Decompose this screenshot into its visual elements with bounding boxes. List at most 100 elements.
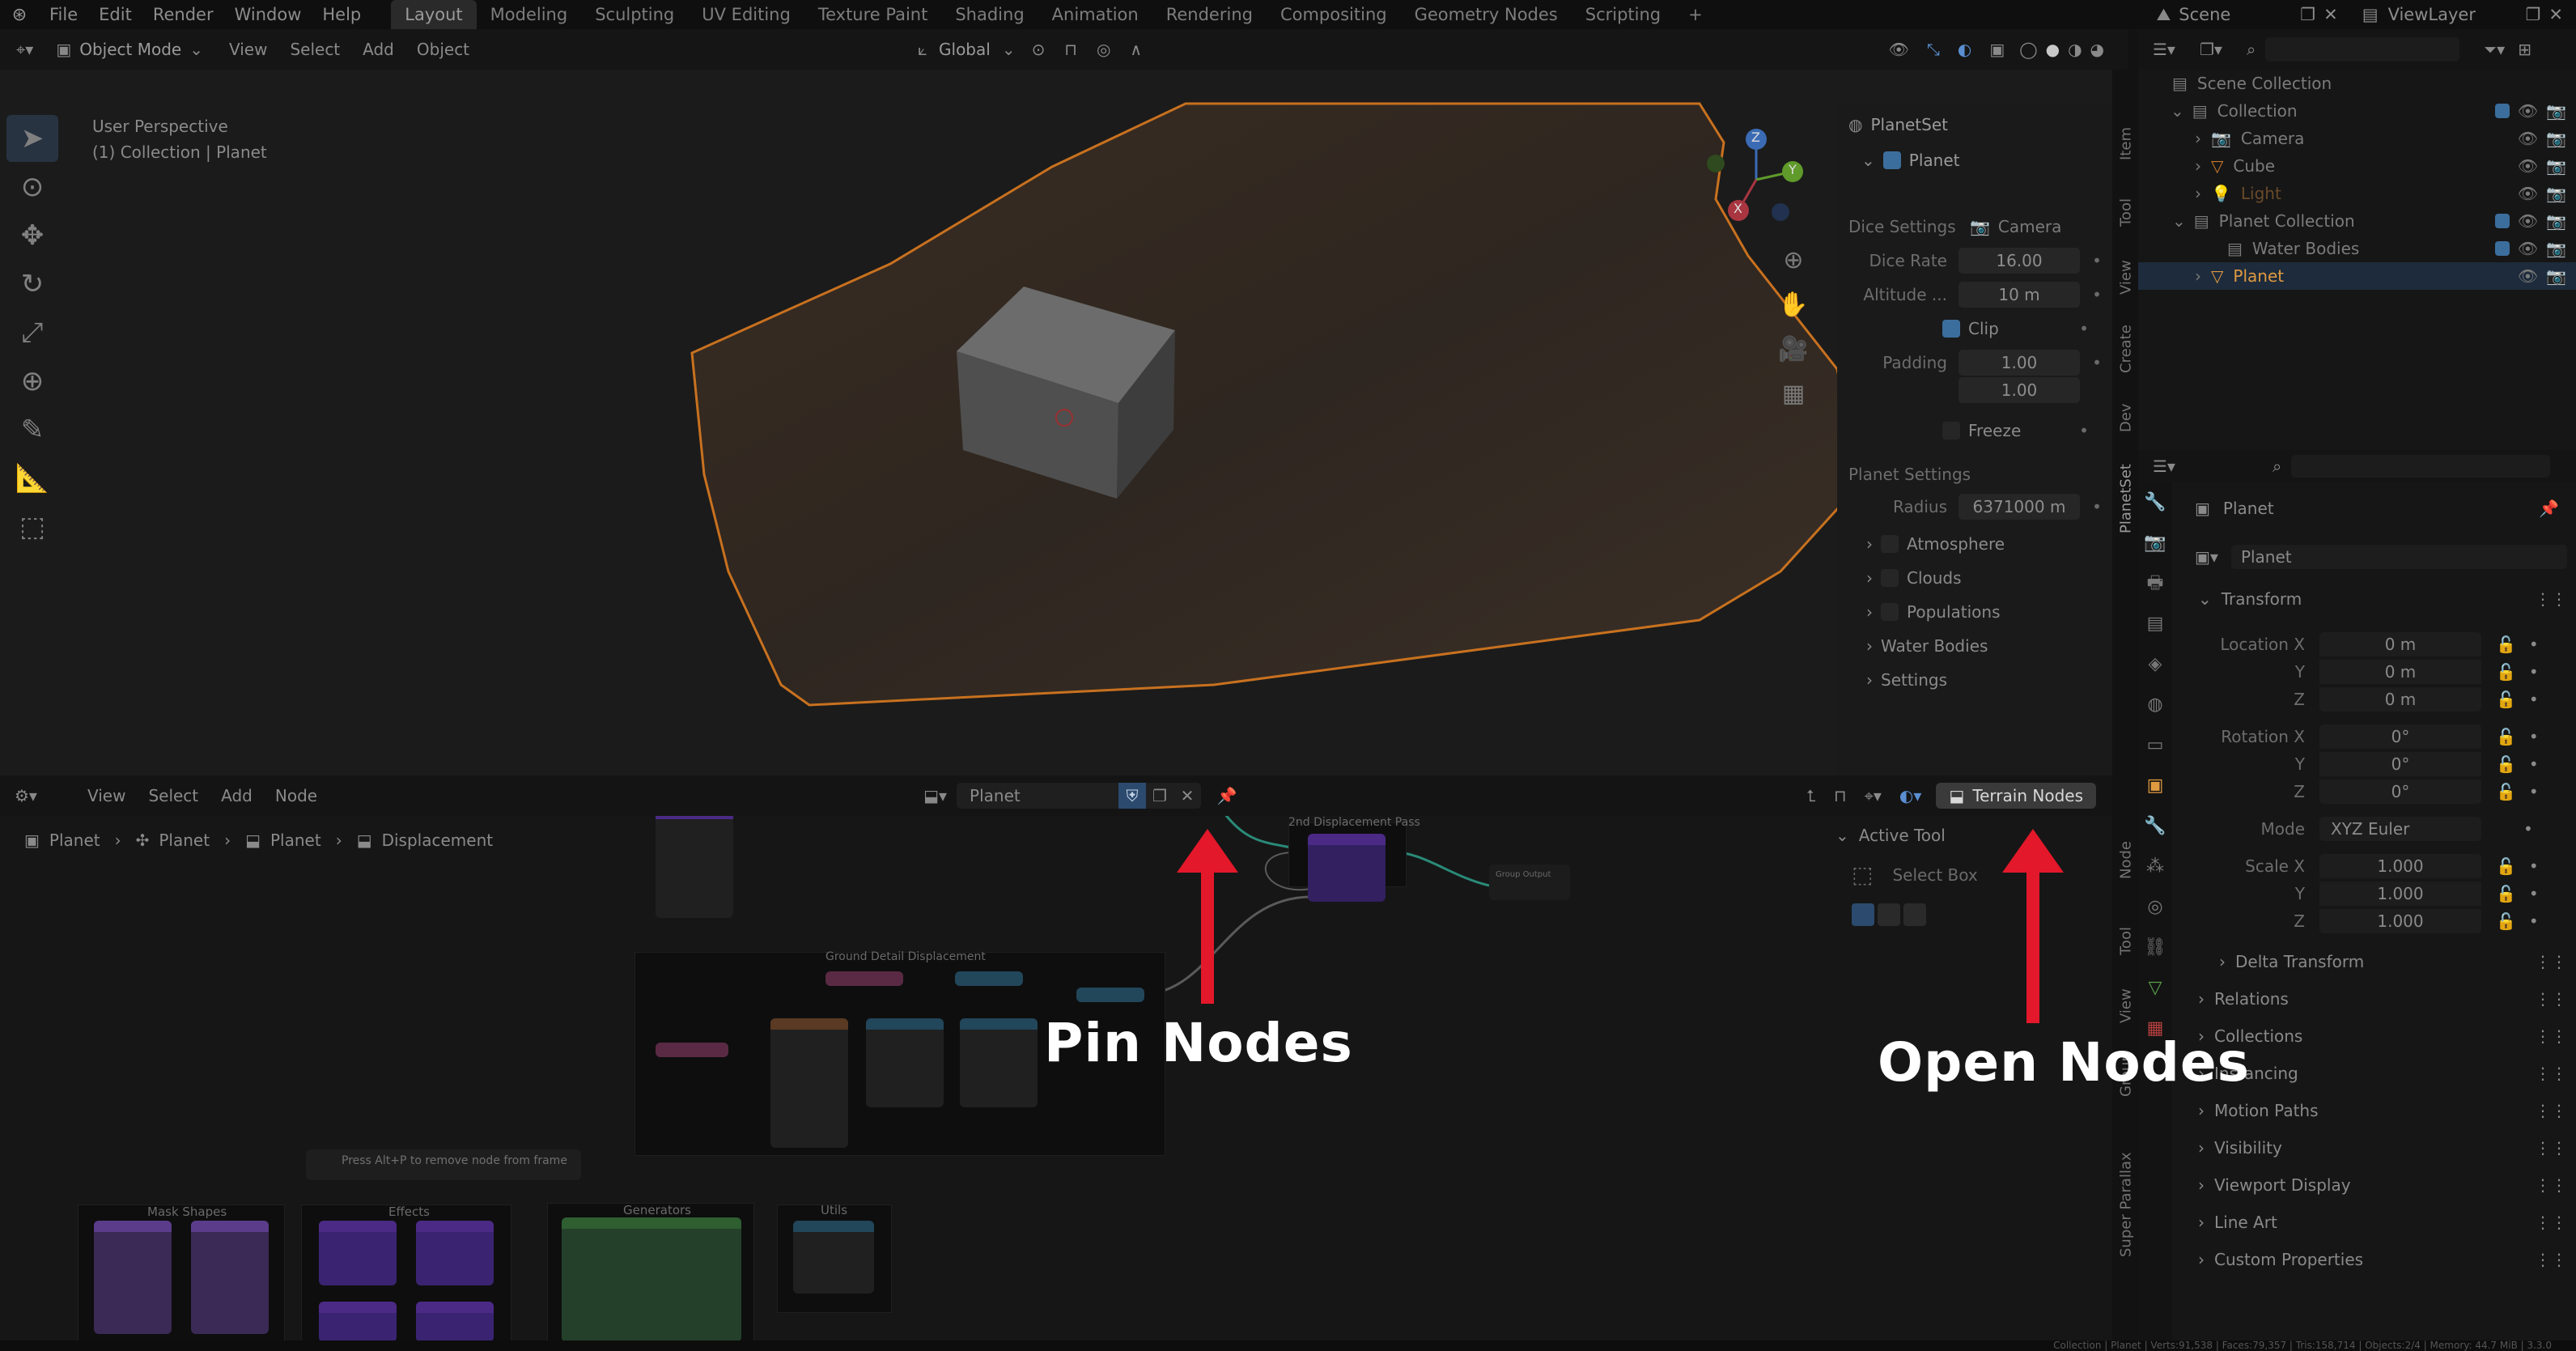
scene-selector[interactable]: Scene: [2179, 5, 2300, 24]
eye-icon[interactable]: 👁: [2518, 211, 2538, 231]
keyframe-dot-icon[interactable]: •: [2091, 251, 2103, 270]
blender-logo-icon[interactable]: ⊛: [0, 5, 39, 25]
exclude-checkbox[interactable]: [2494, 214, 2510, 228]
panel-custom-properties[interactable]: › Custom Properties ⋮⋮: [2198, 1247, 2567, 1272]
drag-handle-icon[interactable]: ⋮⋮: [2535, 1138, 2567, 1158]
properties-search-input[interactable]: [2291, 455, 2551, 478]
panel-motion-paths[interactable]: › Motion Paths ⋮⋮: [2198, 1098, 2567, 1124]
scale-x-field[interactable]: 1.000: [2319, 854, 2481, 878]
falloff-icon[interactable]: ∧: [1130, 40, 1142, 59]
section-water-bodies[interactable]: › Water Bodies: [1837, 631, 2112, 661]
menu-render[interactable]: Render: [142, 5, 224, 24]
object-mode-dropdown[interactable]: Object Mode: [71, 40, 189, 59]
node-menu-node[interactable]: Node: [264, 786, 329, 805]
clouds-checkbox[interactable]: [1881, 569, 1899, 587]
viewlayer-selector[interactable]: ViewLayer: [2388, 5, 2526, 24]
node-erosion-effect[interactable]: [319, 1302, 397, 1342]
node-menu-view[interactable]: View: [76, 786, 137, 805]
select-mode-new-icon[interactable]: [1852, 903, 1874, 926]
move-tool-icon[interactable]: ✥: [6, 212, 58, 259]
keyframe-dot-icon[interactable]: •: [2529, 911, 2539, 931]
altitude-field[interactable]: 10 m: [1959, 282, 2080, 308]
tab-scripting[interactable]: Scripting: [1572, 0, 1674, 29]
lock-icon[interactable]: 🔓: [2496, 635, 2516, 654]
keyframe-dot-icon[interactable]: •: [2529, 727, 2539, 746]
keyframe-dot-icon[interactable]: •: [2529, 754, 2539, 774]
panel-line-art[interactable]: › Line Art ⋮⋮: [2198, 1209, 2567, 1235]
render-camera-icon[interactable]: 📷: [2546, 184, 2566, 203]
node-teal-multiply[interactable]: [1076, 988, 1144, 1002]
keyframe-dot-icon[interactable]: •: [2078, 421, 2090, 440]
unlink-tree-icon[interactable]: ✕: [1173, 783, 1202, 809]
drag-handle-icon[interactable]: ⋮⋮: [2535, 1026, 2567, 1046]
radius-field[interactable]: 6371000 m: [1959, 494, 2080, 520]
new-collection-icon[interactable]: ⊞: [2518, 40, 2531, 59]
drag-handle-icon[interactable]: ⋮⋮: [2535, 1213, 2567, 1232]
outliner-row-water-bodies[interactable]: ▤ Water Bodies 👁 📷: [2138, 235, 2576, 262]
chevron-right-icon[interactable]: ›: [2195, 129, 2201, 148]
menu-window[interactable]: Window: [224, 5, 312, 24]
keyframe-dot-icon[interactable]: •: [2091, 285, 2103, 304]
clip-checkbox[interactable]: [1942, 320, 1960, 338]
select-mode-subtract-icon[interactable]: [1903, 903, 1926, 926]
outliner-row-scene-collection[interactable]: ▤ Scene Collection: [2138, 70, 2576, 97]
node-noise-texture[interactable]: [770, 1018, 848, 1148]
panel-relations[interactable]: › Relations ⋮⋮: [2198, 986, 2567, 1012]
add-workspace-button[interactable]: +: [1674, 0, 1717, 29]
drag-handle-icon[interactable]: ⋮⋮: [2535, 1064, 2567, 1083]
keyframe-dot-icon[interactable]: •: [2529, 662, 2539, 682]
location-y-field[interactable]: 0 m: [2319, 660, 2481, 684]
outliner-row-collection[interactable]: ⌄ ▤ Collection 👁 📷: [2138, 97, 2576, 125]
section-settings[interactable]: › Settings: [1837, 665, 2112, 695]
lock-icon[interactable]: 🔓: [2496, 856, 2516, 876]
tab-node-tool[interactable]: Tool: [2114, 913, 2138, 970]
node-editor-type-icon[interactable]: ⚙▾: [0, 786, 44, 805]
tab-item[interactable]: Item: [2114, 112, 2138, 176]
transform-tool-icon[interactable]: ⊕: [6, 358, 58, 405]
outliner-row-cube[interactable]: › ▽ Cube 👁 📷: [2138, 152, 2576, 180]
tab-node-view[interactable]: View: [2114, 978, 2138, 1034]
object-datablock-field[interactable]: Planet: [2230, 545, 2567, 569]
copy-scene-icon[interactable]: ❐: [2300, 5, 2315, 24]
add-cube-tool-icon[interactable]: ⬚: [6, 503, 58, 550]
delete-viewlayer-icon[interactable]: ✕: [2548, 5, 2563, 24]
chevron-down-icon[interactable]: ⌄: [2172, 211, 2186, 231]
snap-options-icon[interactable]: ⌖▾: [1865, 786, 1882, 805]
orientation-dropdown[interactable]: Global: [927, 40, 1002, 59]
menu-help[interactable]: Help: [312, 5, 371, 24]
chevron-down-icon[interactable]: ⌄: [1835, 826, 1849, 845]
shading-wireframe-icon[interactable]: ◯: [2019, 40, 2037, 59]
render-camera-icon[interactable]: 📷: [2546, 239, 2566, 258]
pin-icon[interactable]: 📌: [2539, 499, 2559, 518]
padding-field-1[interactable]: 1.00: [1959, 350, 2080, 376]
node-math-power[interactable]: [866, 1018, 944, 1107]
keyframe-dot-icon[interactable]: •: [2529, 635, 2539, 654]
outliner-row-camera[interactable]: › 📷 Camera 👁 📷: [2138, 125, 2576, 152]
outliner-row-planet[interactable]: › ▽ Planet 👁 📷: [2138, 262, 2576, 290]
rotation-x-field[interactable]: 0°: [2319, 724, 2481, 749]
keyframe-dot-icon[interactable]: •: [2091, 353, 2103, 372]
collection-properties-icon[interactable]: ▭: [2138, 725, 2172, 766]
properties-editor-icon[interactable]: ☰▾: [2153, 457, 2175, 476]
scale-z-field[interactable]: 1.000: [2319, 909, 2481, 933]
panel-instancing[interactable]: › Instancing ⋮⋮: [2198, 1060, 2567, 1086]
atmosphere-checkbox[interactable]: [1881, 535, 1899, 553]
chevron-right-icon[interactable]: ›: [2195, 184, 2201, 203]
panel-viewport-display[interactable]: › Viewport Display ⋮⋮: [2198, 1172, 2567, 1198]
viewport-menu-object[interactable]: Object: [405, 40, 481, 59]
dice-camera-field[interactable]: Camera: [1998, 217, 2062, 236]
planetset-panel-title[interactable]: PlanetSet: [1870, 115, 1948, 134]
delete-scene-icon[interactable]: ✕: [2323, 5, 2338, 24]
planet-enabled-checkbox[interactable]: [1882, 151, 1901, 169]
hand-pan-icon[interactable]: ✋: [1777, 283, 1810, 327]
editor-type-icon[interactable]: ⌖▾: [0, 40, 40, 59]
lock-icon[interactable]: 🔓: [2496, 727, 2516, 746]
node-tree-name-field[interactable]: Planet: [957, 783, 1119, 809]
select-mode-extend-icon[interactable]: [1878, 903, 1900, 926]
node-noise-heightfield[interactable]: [562, 1217, 741, 1342]
node-normal-displacement-effect[interactable]: [319, 1221, 397, 1285]
node-pink-input[interactable]: [825, 971, 903, 986]
menu-file[interactable]: File: [39, 5, 88, 24]
select-cursor-icon[interactable]: ➤: [6, 115, 58, 162]
copy-viewlayer-icon[interactable]: ❐: [2526, 5, 2541, 24]
